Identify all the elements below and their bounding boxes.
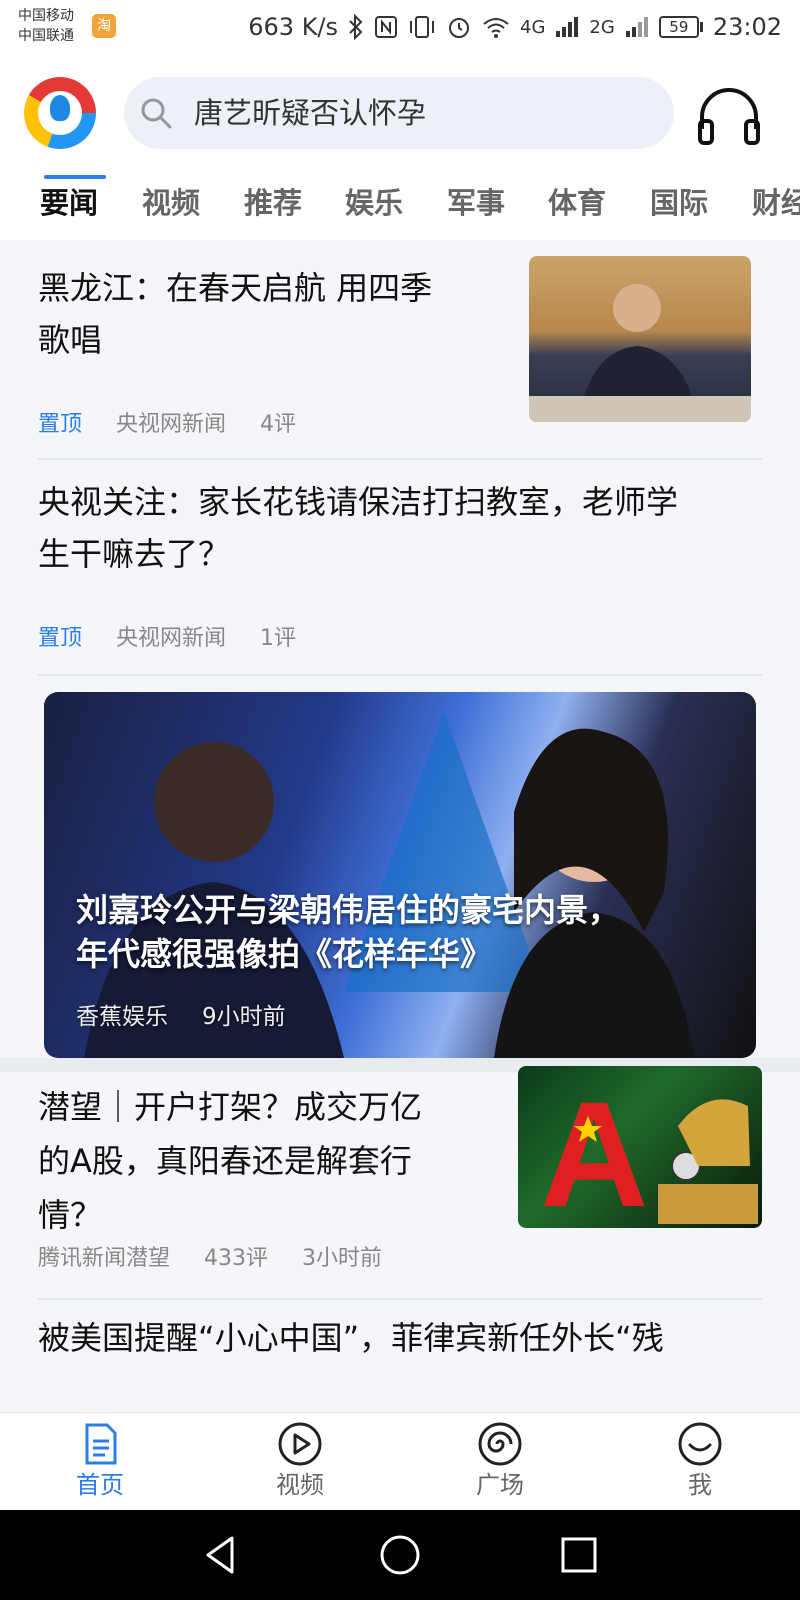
vibrate-icon	[410, 16, 435, 38]
signal-icon-2	[625, 17, 648, 37]
news-title: 被美国提醒“小心中国”，菲律宾新任外长“残	[38, 1319, 664, 1357]
nav-video[interactable]: 视频	[240, 1421, 360, 1501]
bottom-nav: 首页 视频 广场 我	[0, 1412, 800, 1510]
system-navigation-bar	[0, 1510, 800, 1600]
comment-count: 433评	[204, 1246, 269, 1271]
news-thumbnail[interactable]: A	[518, 1066, 762, 1228]
nfc-icon	[375, 16, 398, 38]
news-item[interactable]: 潜望｜开户打架？成交万亿 的A股，真阳春还是解套行 情？ 腾讯新闻潜望 433评…	[0, 1066, 800, 1302]
carrier-2: 中国联通	[18, 28, 74, 44]
tab-entertainment[interactable]: 娱乐	[345, 183, 403, 223]
spiral-icon	[478, 1422, 522, 1466]
news-source: 腾讯新闻潜望	[38, 1246, 171, 1271]
search-icon	[141, 98, 172, 129]
alarm-icon	[449, 18, 470, 38]
news-item[interactable]: 被美国提醒“小心中国”，菲律宾新任外长“残	[0, 1302, 800, 1412]
news-title: 黑龙江：在春天启航 用四季 歌唱	[38, 269, 433, 359]
news-item[interactable]: 黑龙江：在春天启航 用四季 歌唱 置顶 央视网新闻 4评	[0, 240, 800, 458]
document-icon	[85, 1423, 117, 1465]
home-icon[interactable]	[377, 1532, 423, 1578]
news-meta: 腾讯新闻潜望 433评 3小时前	[38, 1240, 382, 1272]
bluetooth-icon	[349, 14, 363, 40]
featured-banner[interactable]: 刘嘉玲公开与梁朝伟居住的豪宅内景， 年代感很强像拍《花样年华》 香蕉娱乐 9小时…	[44, 692, 756, 1058]
tab-finance[interactable]: 财经	[752, 183, 800, 223]
news-feed[interactable]: 黑龙江：在春天启航 用四季 歌唱 置顶 央视网新闻 4评 央视关注：家长花钱请保…	[0, 240, 800, 1412]
nav-plaza-label: 广场	[476, 1471, 524, 1499]
network-4g-label: 4G	[520, 16, 546, 38]
signal-icon-1	[556, 17, 579, 37]
search-hint-text: 唐艺昕疑否认怀孕	[194, 96, 427, 130]
recent-apps-icon[interactable]	[556, 1532, 602, 1578]
nav-me[interactable]: 我	[640, 1421, 760, 1501]
battery-icon: 59	[658, 16, 703, 38]
comment-count: 4评	[260, 412, 297, 437]
banner-time: 9小时前	[202, 1004, 286, 1030]
battery-level: 59	[658, 16, 699, 38]
news-time: 3小时前	[302, 1246, 383, 1271]
tab-international[interactable]: 国际	[650, 183, 708, 223]
channel-tabs: 要闻 视频 推荐 娱乐 军事 体育 国际 财经	[0, 183, 800, 240]
pinned-badge: 置顶	[38, 626, 83, 651]
tab-video[interactable]: 视频	[142, 183, 200, 223]
app-logo[interactable]	[24, 77, 96, 149]
headphone-icon[interactable]	[696, 85, 762, 145]
news-source: 央视网新闻	[116, 626, 227, 651]
banner-source: 香蕉娱乐	[76, 1004, 168, 1030]
news-meta: 置顶 央视网新闻 1评	[38, 620, 296, 652]
nav-me-label: 我	[688, 1471, 712, 1499]
tab-military[interactable]: 军事	[447, 183, 505, 223]
network-2g-label: 2G	[589, 16, 615, 38]
news-thumbnail[interactable]	[529, 256, 751, 422]
nav-plaza[interactable]: 广场	[440, 1421, 560, 1501]
taobao-icon: 淘	[92, 14, 116, 38]
smile-icon	[678, 1422, 722, 1466]
carrier-info: 中国移动 中国联通	[18, 6, 74, 46]
banner-title: 刘嘉玲公开与梁朝伟居住的豪宅内景， 年代感很强像拍《花样年华》	[76, 891, 621, 973]
news-title: 潜望｜开户打架？成交万亿 的A股，真阳春还是解套行 情？	[38, 1088, 423, 1234]
comment-count: 1评	[260, 626, 297, 651]
tab-sports[interactable]: 体育	[548, 183, 606, 223]
svg-text:A: A	[540, 1070, 648, 1228]
news-meta: 置顶 央视网新闻 4评	[38, 406, 296, 438]
nav-home-label: 首页	[76, 1471, 124, 1499]
active-tab-indicator	[44, 175, 106, 179]
divider	[38, 674, 762, 676]
status-indicators: 663 K/s 4G 2G 59 23:02	[248, 10, 782, 44]
network-speed: 663 K/s	[248, 13, 339, 41]
carrier-1: 中国移动	[18, 8, 74, 24]
banner-meta: 香蕉娱乐 9小时前	[76, 997, 286, 1031]
search-bar[interactable]: 唐艺昕疑否认怀孕	[124, 77, 674, 149]
tab-yaowen[interactable]: 要闻	[40, 183, 98, 223]
app-header: 唐艺昕疑否认怀孕 要闻 视频 推荐 娱乐 军事 体育 国际 财经	[0, 55, 800, 240]
pinned-badge: 置顶	[38, 412, 83, 437]
wifi-icon	[483, 18, 509, 38]
news-source: 央视网新闻	[116, 412, 227, 437]
news-item[interactable]: 央视关注：家长花钱请保洁打扫教室，老师学 生干嘛去了？ 置顶 央视网新闻 1评	[0, 460, 800, 674]
nav-home[interactable]: 首页	[40, 1421, 160, 1501]
news-title: 央视关注：家长花钱请保洁打扫教室，老师学 生干嘛去了？	[38, 483, 679, 573]
tab-recommend[interactable]: 推荐	[244, 183, 302, 223]
divider	[38, 1298, 762, 1300]
status-bar: 中国移动 中国联通 淘 663 K/s 4G 2G 59 23:02	[0, 0, 800, 55]
back-icon[interactable]	[198, 1532, 244, 1578]
clock: 23:02	[712, 13, 782, 41]
play-icon	[278, 1422, 322, 1466]
nav-video-label: 视频	[276, 1471, 324, 1499]
